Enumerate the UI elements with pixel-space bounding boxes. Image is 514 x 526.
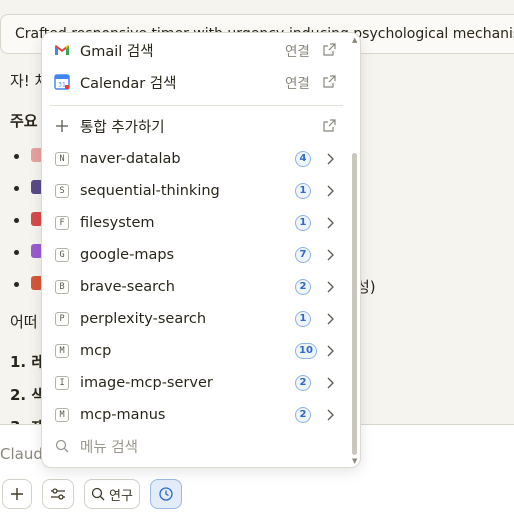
menu-item-server[interactable]: M mcp-manus 2 (42, 400, 360, 430)
server-letter-icon: M (55, 344, 69, 358)
calendar-icon: 31 (54, 74, 70, 90)
server-name: perplexity-search (80, 311, 207, 327)
menu-search-input[interactable]: 메뉴 검색 (42, 431, 342, 461)
server-letter-icon: F (55, 216, 69, 230)
plus-icon (54, 118, 70, 134)
menu-item-gmail[interactable]: Gmail 검색 연결 (42, 35, 360, 65)
research-label: 연구 (109, 488, 133, 504)
menu-item-server[interactable]: N naver-datalab 4 (42, 144, 360, 174)
menu-divider (50, 105, 343, 106)
menu-item-server[interactable]: F filesystem 1 (42, 208, 360, 238)
server-name: naver-datalab (80, 151, 181, 167)
tool-count-badge: 1 (295, 183, 311, 199)
chevron-right-icon (326, 342, 334, 361)
chevron-right-icon (326, 278, 334, 297)
menu-item-label: Gmail 검색 (80, 43, 154, 60)
chevron-right-icon (326, 246, 334, 265)
menu-item-label: Calendar 검색 (80, 75, 177, 92)
external-link-icon (323, 41, 336, 60)
scrollbar-thumb[interactable] (352, 153, 357, 455)
menu-item-server[interactable]: B brave-search 2 (42, 272, 360, 302)
tool-count-badge: 7 (295, 247, 311, 263)
chat-heading: 주요 (10, 112, 38, 130)
server-name: mcp-manus (80, 407, 166, 423)
tool-count-badge: 4 (295, 151, 311, 167)
bullet-dot (14, 186, 19, 191)
menu-item-server[interactable]: P perplexity-search 1 (42, 304, 360, 334)
server-letter-icon: S (55, 184, 69, 198)
tool-count-badge: 10 (295, 343, 317, 359)
menu-item-server[interactable]: G google-maps 7 (42, 240, 360, 270)
search-icon (54, 438, 70, 454)
clock-icon (159, 487, 173, 501)
server-letter-icon: N (55, 152, 69, 166)
gmail-icon (54, 42, 70, 58)
menu-item-calendar[interactable]: 31 Calendar 검색 연결 (42, 67, 360, 97)
server-name: sequential-thinking (80, 183, 220, 199)
external-link-icon (323, 117, 336, 136)
calendar-icon-text: 31 (58, 82, 66, 89)
chevron-right-icon (326, 150, 334, 169)
menu-item-server[interactable]: I image-mcp-server 2 (42, 368, 360, 398)
bullet-dot (14, 154, 19, 159)
chevron-right-icon (326, 374, 334, 393)
bullet-dot (14, 282, 19, 287)
menu-item-add-integration[interactable]: 통합 추가하기 (42, 111, 360, 141)
scroll-up-arrow[interactable]: ▲ (352, 36, 357, 44)
bullet-dot (14, 218, 19, 223)
server-letter-icon: G (55, 248, 69, 262)
server-name: filesystem (80, 215, 155, 231)
menu-item-server[interactable]: S sequential-thinking 1 (42, 176, 360, 206)
menu-item-label: 통합 추가하기 (80, 119, 165, 136)
message-input[interactable]: Claud (0, 445, 43, 463)
connect-label[interactable]: 연결 (285, 40, 310, 60)
plus-icon (11, 488, 23, 500)
add-button[interactable] (2, 479, 32, 509)
numbered-item: 1. 레 (10, 353, 46, 371)
numbered-item: 2. 색 (10, 386, 46, 404)
connect-label[interactable]: 연결 (285, 72, 310, 92)
integrations-menu: Gmail 검색 연결 31 Calendar 검색 연결 통합 추가하기 N … (41, 32, 361, 468)
server-name: mcp (80, 343, 112, 359)
server-letter-icon: M (55, 408, 69, 422)
chat-followup: 어떠 (10, 313, 38, 331)
bullet-dot (14, 250, 19, 255)
server-letter-icon: I (55, 376, 69, 390)
menu-item-server[interactable]: M mcp 10 (42, 336, 360, 366)
research-button[interactable]: 연구 (84, 479, 140, 509)
chevron-right-icon (326, 182, 334, 201)
server-letter-icon: P (55, 312, 69, 326)
tool-count-badge: 1 (295, 311, 311, 327)
server-name: brave-search (80, 279, 175, 295)
chevron-right-icon (326, 310, 334, 329)
tools-button[interactable] (42, 479, 74, 509)
server-name: google-maps (80, 247, 175, 263)
chevron-right-icon (326, 406, 334, 425)
tool-count-badge: 1 (295, 215, 311, 231)
tool-count-badge: 2 (295, 407, 311, 423)
sliders-icon (51, 488, 65, 500)
server-letter-icon: B (55, 280, 69, 294)
menu-search-placeholder: 메뉴 검색 (80, 439, 138, 456)
external-link-icon (323, 73, 336, 92)
tool-count-badge: 2 (295, 375, 311, 391)
scroll-down-arrow[interactable]: ▼ (352, 457, 357, 465)
research-icon (91, 487, 105, 501)
chevron-right-icon (326, 214, 334, 233)
numbered-item: 3. 재 (10, 416, 45, 424)
server-name: image-mcp-server (80, 375, 213, 391)
history-button[interactable] (150, 479, 182, 509)
tool-count-badge: 2 (295, 279, 311, 295)
